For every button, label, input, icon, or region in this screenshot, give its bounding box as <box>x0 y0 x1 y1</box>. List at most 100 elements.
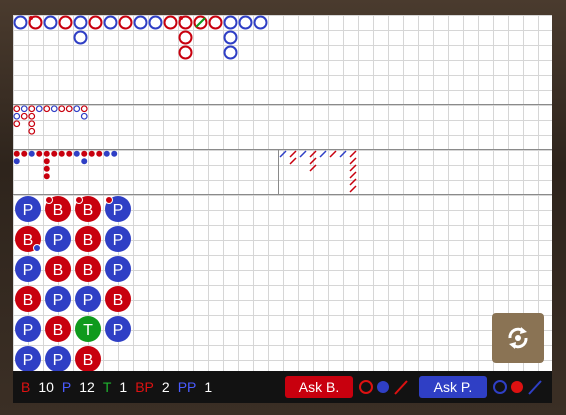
big-road-mark <box>223 30 238 45</box>
bead-letter: B <box>83 232 94 249</box>
cockroach-mark <box>329 150 337 158</box>
player-small-road-icon <box>511 381 523 393</box>
bead-letter: P <box>53 292 64 309</box>
big-road-mark <box>88 15 103 30</box>
small-road-mark <box>51 150 58 157</box>
small-road-mark <box>81 150 88 157</box>
banker-prediction <box>359 380 408 395</box>
player-big-eye-icon <box>493 380 507 394</box>
bead-letter: P <box>83 292 94 309</box>
cockroach-mark <box>349 178 357 186</box>
roadmap-board: PBPBPPBPBPBPBBBPTBPPPBP <box>13 15 552 371</box>
big-road-mark <box>238 15 253 30</box>
bead-letter: P <box>23 322 34 339</box>
bead-letter: P <box>53 232 64 249</box>
small-road-mark <box>43 173 50 180</box>
bead-letter: B <box>53 262 64 279</box>
bead-letter: B <box>83 202 94 219</box>
big-road-mark <box>73 30 88 45</box>
cockroach-road <box>279 150 357 193</box>
small-road-mark <box>81 158 88 165</box>
big-road-mark <box>208 15 223 30</box>
small-road-mark <box>28 150 35 157</box>
player-label: P <box>61 379 72 395</box>
bead-letter: T <box>83 322 93 339</box>
bead-letter: B <box>53 202 64 219</box>
big-road-mark <box>253 15 268 30</box>
big-eye-mark <box>13 112 21 120</box>
tie-count: 1 <box>119 379 128 395</box>
big-road-mark <box>223 45 238 60</box>
small-road-mark <box>36 150 43 157</box>
cockroach-mark <box>349 185 357 193</box>
big-road-mark <box>58 15 73 30</box>
bead-letter: B <box>83 352 94 369</box>
big-eye-road <box>13 105 88 135</box>
small-road-mark <box>96 150 103 157</box>
bead-pair-marker <box>105 196 113 204</box>
small-road-mark <box>73 150 80 157</box>
bead-letter: B <box>23 232 34 249</box>
bead-letter: P <box>23 262 34 279</box>
big-road-mark <box>163 15 178 30</box>
bead-letter: P <box>113 232 124 249</box>
big-eye-mark <box>13 105 21 113</box>
big-road <box>13 15 268 60</box>
bead-letter: B <box>83 262 94 279</box>
ask-banker-button[interactable]: Ask B. <box>285 376 353 398</box>
big-road-mark <box>73 15 88 30</box>
roadmap-frame: PBPBPPBPBPBPBBBPTBPPPBP B 10 P 12 T 1 BP… <box>0 0 566 415</box>
small-road-mark <box>43 158 50 165</box>
small-road-mark <box>43 150 50 157</box>
banker-cockroach-icon <box>394 380 408 395</box>
big-eye-mark <box>28 112 36 120</box>
ask-banker-label: Ask B. <box>298 379 340 395</box>
cockroach-mark <box>299 150 307 158</box>
big-eye-mark <box>80 105 88 113</box>
cockroach-mark <box>319 150 327 158</box>
pair-marker <box>179 16 183 20</box>
big-eye-mark <box>13 120 21 128</box>
bead-pair-marker <box>33 244 41 252</box>
cockroach-mark <box>349 171 357 179</box>
small-road-mark <box>13 150 20 157</box>
bead-letter: P <box>23 202 34 219</box>
big-eye-mark <box>28 105 36 113</box>
cockroach-mark <box>349 150 357 158</box>
banker-pair-label: BP <box>135 379 154 395</box>
bead-letter: P <box>113 202 124 219</box>
cockroach-mark <box>289 157 297 165</box>
big-road-mark <box>148 15 163 30</box>
ask-player-button[interactable]: Ask P. <box>419 376 487 398</box>
big-road-mark <box>223 15 238 30</box>
banker-big-eye-icon <box>359 380 373 394</box>
bead-letter: B <box>113 292 124 309</box>
player-prediction <box>493 380 542 395</box>
bead-letter: P <box>53 352 64 369</box>
big-eye-mark <box>20 112 28 120</box>
big-eye-mark <box>50 105 58 113</box>
small-road-mark <box>88 150 95 157</box>
bead-pair-marker <box>45 196 53 204</box>
big-eye-mark <box>20 105 28 113</box>
small-road-mark <box>43 165 50 172</box>
big-eye-mark <box>28 120 36 128</box>
banker-count: 10 <box>38 379 54 395</box>
big-eye-mark <box>65 105 73 113</box>
bead-pair-marker <box>75 196 83 204</box>
player-count: 12 <box>79 379 95 395</box>
stats-bar: B 10 P 12 T 1 BP 2 PP 1 Ask B. Ask P. <box>13 371 552 403</box>
banker-small-road-icon <box>377 381 389 393</box>
shuffle-button[interactable] <box>492 313 544 363</box>
small-road-mark <box>66 150 73 157</box>
player-cockroach-icon <box>528 380 542 395</box>
big-eye-mark <box>43 105 51 113</box>
big-eye-mark <box>73 105 81 113</box>
small-road-mark <box>21 150 28 157</box>
tie-label: T <box>102 379 112 395</box>
small-road-mark <box>58 150 65 157</box>
player-pair-count: 1 <box>204 379 213 395</box>
shuffle-icon <box>508 327 528 349</box>
cockroach-mark <box>349 157 357 165</box>
big-road-mark <box>103 15 118 30</box>
